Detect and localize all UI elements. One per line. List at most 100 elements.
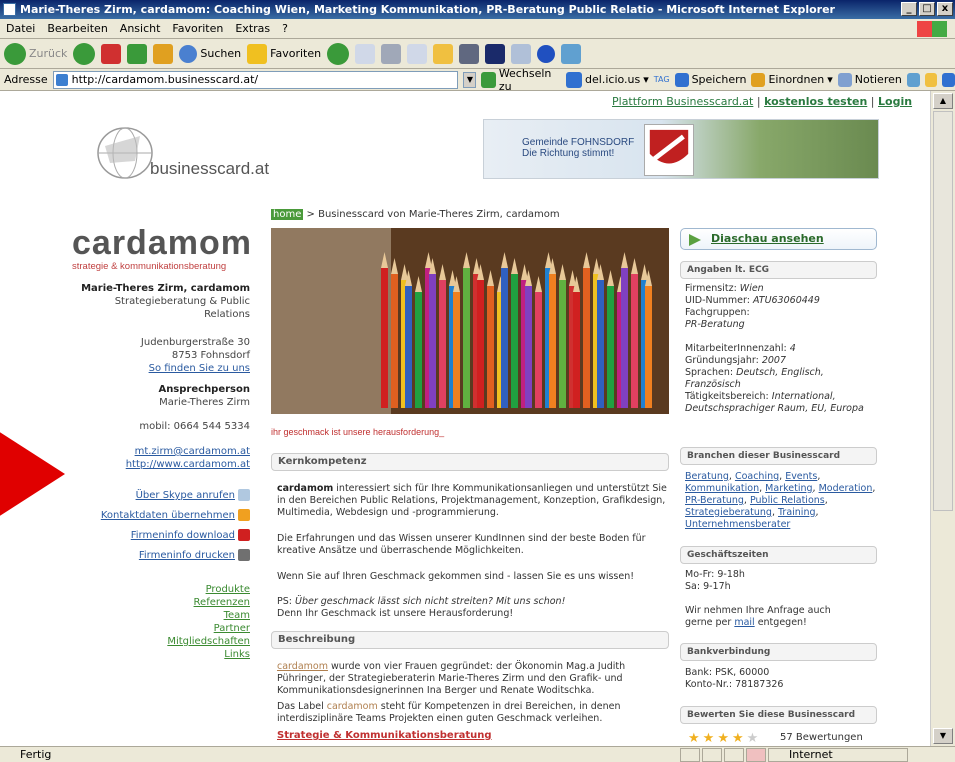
status-text: Fertig xyxy=(20,748,52,761)
website-link[interactable]: http://www.cardamom.at xyxy=(126,459,250,470)
search-button[interactable]: Suchen xyxy=(179,44,241,63)
window-titlebar: Marie-Theres Zirm, cardamom: Coaching Wi… xyxy=(0,0,955,19)
kern-para3: Wenn Sie auf Ihren Geschmack gekommen si… xyxy=(277,571,635,582)
branche-link[interactable]: Beratung xyxy=(685,471,729,482)
menu-bearbeiten[interactable]: Bearbeiten xyxy=(47,22,107,35)
menu-extras[interactable]: Extras xyxy=(235,22,270,35)
actions-block: Über Skype anrufen Kontaktdaten übernehm… xyxy=(101,486,250,566)
nav-partner[interactable]: Partner xyxy=(214,623,250,634)
sort-button[interactable]: Einordnen ▾ xyxy=(751,72,833,87)
vcard-action[interactable]: Kontaktdaten übernehmen xyxy=(101,509,250,521)
menu-ansicht[interactable]: Ansicht xyxy=(120,22,161,35)
back-button[interactable]: Zurück xyxy=(4,42,67,65)
star-icon[interactable]: ★ xyxy=(703,731,718,746)
mail-link[interactable]: mail xyxy=(734,617,754,628)
download-action[interactable]: Firmeninfo download xyxy=(131,529,250,541)
strategie-link[interactable]: Strategie & Kommunikationsberatung xyxy=(277,730,492,741)
messenger-button[interactable] xyxy=(561,43,582,64)
window-title: Marie-Theres Zirm, cardamom: Coaching Wi… xyxy=(20,3,835,16)
notes-button[interactable]: Notieren xyxy=(837,72,902,87)
ecg-info: Firmensitz: Wien UID-Nummer: ATU63060449… xyxy=(685,283,864,414)
nav-produkte[interactable]: Produkte xyxy=(206,584,250,595)
branche-link[interactable]: Events xyxy=(785,471,817,482)
menu-datei[interactable]: Datei xyxy=(6,22,35,35)
branche-link[interactable]: Strategieberatung xyxy=(685,507,772,518)
star-icon[interactable]: ★ xyxy=(747,731,762,746)
beschreibung-heading: Beschreibung xyxy=(271,631,669,649)
nav-referenzen[interactable]: Referenzen xyxy=(194,597,250,608)
scroll-up-button[interactable]: ▲ xyxy=(933,93,953,109)
favorites-button[interactable]: Favoriten xyxy=(247,43,321,64)
windows-logo-icon xyxy=(917,21,947,37)
scroll-thumb[interactable] xyxy=(933,111,953,511)
branche-link[interactable]: Unternehmensberater xyxy=(685,519,790,530)
branche-link[interactable]: Coaching xyxy=(735,471,779,482)
tag-button[interactable]: TAG xyxy=(654,75,670,84)
folder-icon[interactable] xyxy=(924,72,938,87)
star-icon[interactable]: ★ xyxy=(732,731,747,746)
trial-link[interactable]: kostenlos testen xyxy=(764,95,867,108)
download-icon[interactable] xyxy=(942,72,955,87)
menu-favoriten[interactable]: Favoriten xyxy=(172,22,223,35)
nav-team[interactable]: Team xyxy=(224,610,250,621)
k-button[interactable] xyxy=(459,43,480,64)
address-input[interactable]: http://cardamom.businesscard.at/ xyxy=(52,70,459,89)
forward-button[interactable] xyxy=(73,42,96,65)
history-button[interactable] xyxy=(327,42,350,65)
vertical-scrollbar[interactable]: ▲ ▼ xyxy=(930,91,955,746)
cardamom-link[interactable]: cardamom xyxy=(277,661,328,672)
login-link[interactable]: Login xyxy=(878,95,912,108)
print-button[interactable] xyxy=(381,43,402,64)
fohnsdorf-crest-icon xyxy=(644,124,694,176)
star-icon[interactable]: ★ xyxy=(688,731,703,746)
nav-mitgliedschaften[interactable]: Mitgliedschaften xyxy=(167,636,250,647)
nav-links[interactable]: Links xyxy=(224,649,250,660)
email-link[interactable]: mt.zirm@cardamom.at xyxy=(135,446,250,457)
refresh-button[interactable] xyxy=(127,43,148,64)
delicious-button[interactable]: del.icio.us ▾ xyxy=(566,71,649,88)
save-button[interactable]: Speichern xyxy=(674,72,746,87)
menu-help[interactable]: ? xyxy=(282,22,288,35)
breadcrumb: home > Businesscard von Marie-Theres Zir… xyxy=(271,209,560,220)
mail-button[interactable] xyxy=(355,43,376,64)
star-icon[interactable]: ★ xyxy=(717,731,732,746)
stop-button[interactable] xyxy=(101,43,122,64)
branche-link[interactable]: Public Relations xyxy=(750,495,825,506)
kern-para1: cardamom interessiert sich für Ihre Komm… xyxy=(277,483,667,518)
skype-action[interactable]: Über Skype anrufen xyxy=(136,489,250,501)
branche-link[interactable]: Moderation xyxy=(819,483,873,494)
print-action[interactable]: Firmeninfo drucken xyxy=(139,549,250,561)
go-button[interactable]: Wechseln zu xyxy=(481,67,561,93)
scroll-down-button[interactable]: ▼ xyxy=(933,728,953,744)
edit-button[interactable] xyxy=(407,43,428,64)
ie-icon xyxy=(3,3,16,16)
home-button[interactable] xyxy=(153,43,174,64)
close-button[interactable]: x xyxy=(937,2,953,16)
banner-line2: Die Richtung stimmt! xyxy=(522,148,615,159)
besch-para2: Das Label cardamom steht für Kompetenzen… xyxy=(277,701,621,724)
fohnsdorf-banner[interactable]: Gemeinde FOHNSDORF Die Richtung stimmt! xyxy=(483,119,879,179)
branche-link[interactable]: Marketing xyxy=(765,483,812,494)
extra-icon[interactable] xyxy=(906,72,920,87)
statusbar: Fertig Internet xyxy=(0,746,955,762)
maximize-button[interactable]: □ xyxy=(919,2,935,16)
rating-stars[interactable]: ★★★★★ xyxy=(688,731,761,746)
folder-button[interactable] xyxy=(433,43,454,64)
platform-link[interactable]: Plattform Businesscard.at xyxy=(612,95,753,108)
branche-link[interactable]: PR-Beratung xyxy=(685,495,744,506)
branche-link[interactable]: Kommunikation xyxy=(685,483,759,494)
slideshow-button[interactable]: Diaschau ansehen xyxy=(680,228,877,250)
minimize-button[interactable]: _ xyxy=(901,2,917,16)
research-button[interactable] xyxy=(511,43,532,64)
bluetooth-button[interactable] xyxy=(537,44,556,63)
back-arrow-icon xyxy=(4,42,26,65)
top-nav: Plattform Businesscard.at | kostenlos te… xyxy=(612,95,913,108)
directions-link[interactable]: So finden Sie zu uns xyxy=(149,363,250,374)
page-icon xyxy=(55,73,68,86)
breadcrumb-home[interactable]: home xyxy=(271,209,304,220)
branche-link[interactable]: Training xyxy=(778,507,816,518)
mobile-number: mobil: 0664 544 5334 xyxy=(139,421,250,432)
ecg-heading: Angaben lt. ECG xyxy=(680,261,877,279)
address-dropdown-button[interactable]: ▼ xyxy=(463,71,477,88)
h-button[interactable] xyxy=(485,43,506,64)
